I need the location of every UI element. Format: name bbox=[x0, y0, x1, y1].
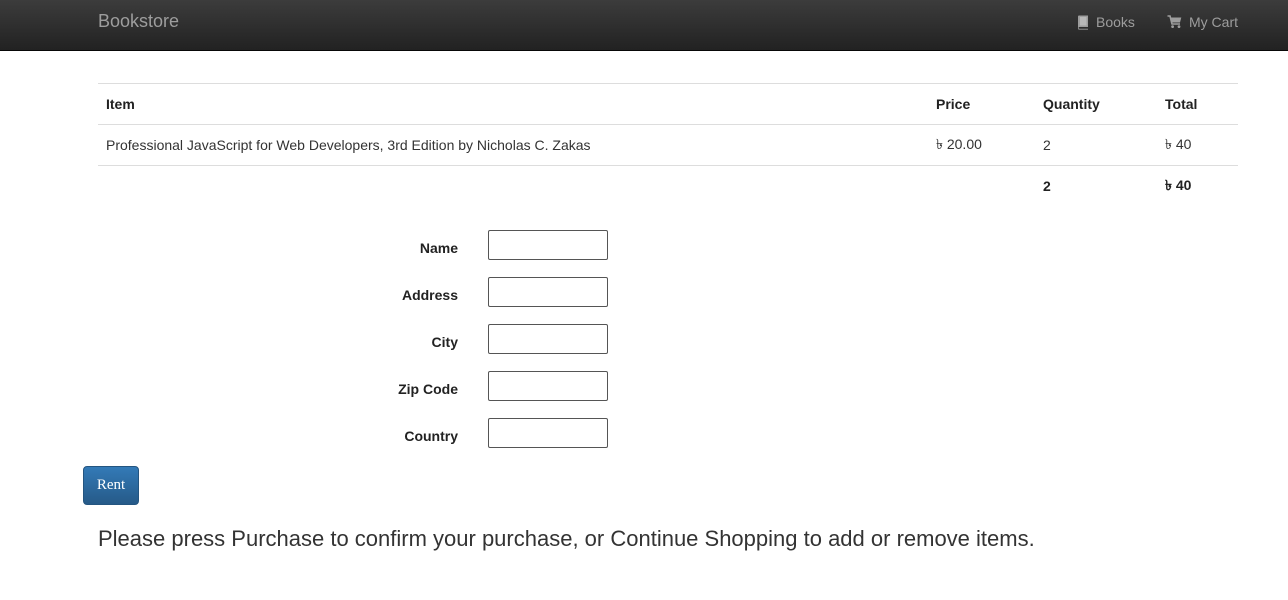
nav-books-label: Books bbox=[1096, 14, 1135, 30]
table-header-row: Item Price Quantity Total bbox=[98, 83, 1238, 125]
address-input[interactable] bbox=[488, 277, 608, 307]
table-row: Professional JavaScript for Web Develope… bbox=[98, 124, 1238, 166]
form-row-country: Country bbox=[0, 418, 700, 448]
header-item: Item bbox=[98, 83, 928, 125]
rent-button[interactable]: Rent bbox=[83, 466, 139, 505]
nav-cart-label: My Cart bbox=[1189, 14, 1238, 30]
city-input[interactable] bbox=[488, 324, 608, 354]
cell-price: ৳ 20.00 bbox=[928, 124, 1035, 166]
zip-code-input[interactable] bbox=[488, 371, 608, 401]
name-label: Name bbox=[419, 240, 458, 256]
form-row-name: Name bbox=[0, 230, 700, 260]
brand-link[interactable]: Bookstore bbox=[98, 10, 179, 32]
cart-table: Item Price Quantity Total Professional J… bbox=[98, 83, 1238, 207]
table-summary-row: 2 ৳ 40 bbox=[98, 165, 1238, 207]
header-price: Price bbox=[928, 83, 1035, 125]
nav-books-link[interactable]: Books bbox=[1077, 12, 1135, 32]
form-row-city: City bbox=[0, 324, 700, 354]
summary-empty-cell bbox=[98, 165, 928, 207]
form-row-zip-code: Zip Code bbox=[0, 371, 700, 401]
form-row-address: Address bbox=[0, 277, 700, 307]
cell-item: Professional JavaScript for Web Develope… bbox=[98, 124, 928, 166]
cell-quantity: 2 bbox=[1035, 124, 1157, 166]
city-label: City bbox=[431, 334, 458, 350]
navbar: Bookstore Books My Cart bbox=[0, 0, 1288, 51]
country-label: Country bbox=[404, 428, 458, 444]
summary-quantity: 2 bbox=[1035, 165, 1157, 207]
country-input[interactable] bbox=[488, 418, 608, 448]
zip-code-label: Zip Code bbox=[398, 381, 458, 397]
book-icon bbox=[1077, 15, 1089, 30]
header-total: Total bbox=[1157, 83, 1238, 125]
address-label: Address bbox=[401, 287, 458, 303]
name-input[interactable] bbox=[488, 230, 608, 260]
cell-total: ৳ 40 bbox=[1157, 124, 1238, 166]
instruction-text: Please press Purchase to confirm your pu… bbox=[98, 526, 1035, 551]
header-quantity: Quantity bbox=[1035, 83, 1157, 125]
summary-total: ৳ 40 bbox=[1157, 165, 1238, 207]
summary-empty-cell bbox=[928, 165, 1035, 207]
cart-icon bbox=[1167, 15, 1182, 29]
nav-cart-link[interactable]: My Cart bbox=[1167, 12, 1238, 32]
